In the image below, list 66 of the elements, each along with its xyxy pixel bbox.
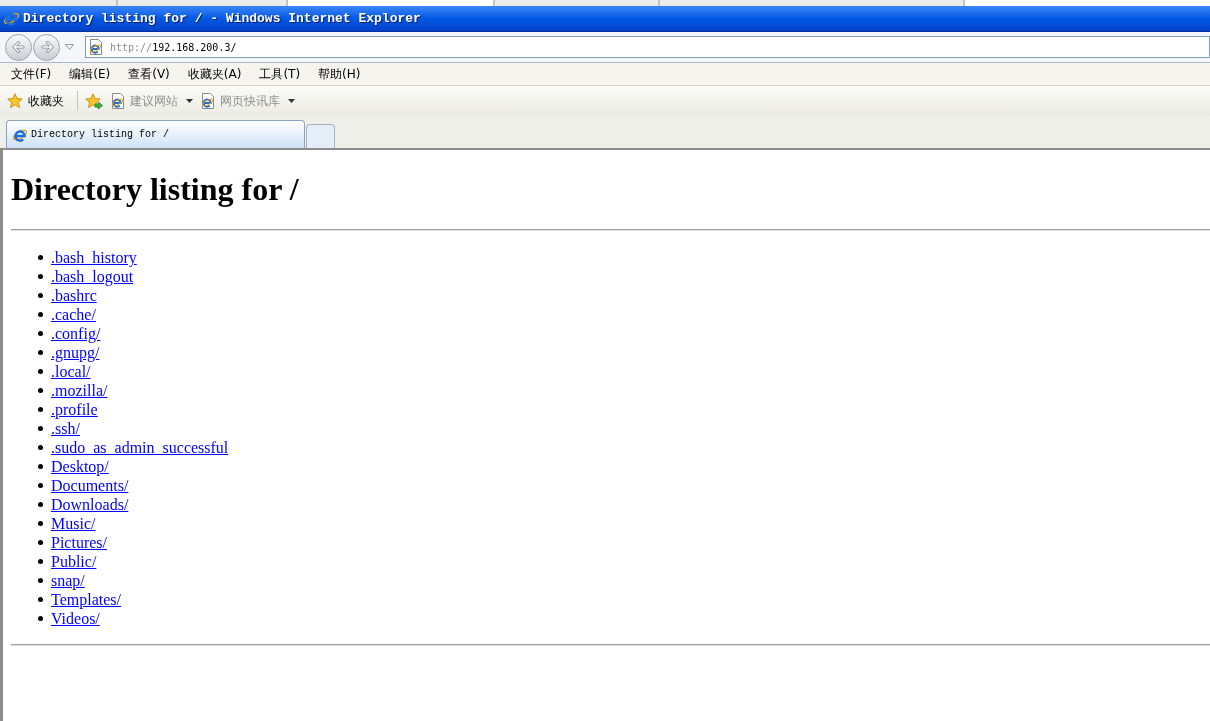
- page-heading: Directory listing for /: [11, 171, 300, 208]
- file-link[interactable]: Documents/: [51, 476, 129, 495]
- page-icon: [200, 93, 216, 109]
- bullet-icon: [38, 312, 43, 317]
- file-link[interactable]: .ssh/: [51, 419, 80, 438]
- menu-item[interactable]: 文件(F): [6, 65, 57, 83]
- file-link[interactable]: .gnupg/: [51, 343, 100, 362]
- page-icon: [88, 39, 104, 55]
- file-link[interactable]: Templates/: [51, 590, 121, 609]
- bullet-icon: [38, 331, 43, 336]
- bullet-icon: [38, 483, 43, 488]
- bullet-icon: [38, 445, 43, 450]
- bullet-icon: [38, 350, 43, 355]
- bullet-icon: [38, 274, 43, 279]
- e-logo-icon: [3, 10, 20, 27]
- file-link[interactable]: Desktop/: [51, 457, 109, 476]
- file-link[interactable]: .bash_logout: [51, 267, 134, 286]
- add-favorite-icon[interactable]: [85, 92, 103, 110]
- file-link[interactable]: .bash_history: [51, 248, 137, 267]
- history-dropdown-icon[interactable]: [65, 44, 74, 50]
- star-icon[interactable]: [7, 92, 25, 110]
- bullet-icon: [38, 502, 43, 507]
- file-link[interactable]: snap/: [51, 571, 85, 590]
- menu-item[interactable]: 工具(T): [254, 65, 306, 83]
- file-link[interactable]: Videos/: [51, 609, 100, 628]
- file-link[interactable]: Music/: [51, 514, 96, 533]
- bullet-icon: [38, 559, 43, 564]
- menu-item[interactable]: 编辑(E): [64, 65, 116, 83]
- bullet-icon: [38, 540, 43, 545]
- file-link[interactable]: Downloads/: [51, 495, 129, 514]
- bullet-icon: [38, 597, 43, 602]
- file-link[interactable]: .profile: [51, 400, 98, 419]
- left-arrow-icon: [11, 40, 26, 54]
- caret-icon: [288, 99, 295, 103]
- menu-item[interactable]: 查看(V): [123, 65, 175, 83]
- file-link[interactable]: .mozilla/: [51, 381, 108, 400]
- bullet-icon: [38, 464, 43, 469]
- right-arrow-icon: [39, 40, 54, 54]
- page-icon: [110, 93, 126, 109]
- bullet-icon: [38, 616, 43, 621]
- file-link[interactable]: .sudo_as_admin_successful: [51, 438, 229, 457]
- caret-icon: [186, 99, 193, 103]
- back-button[interactable]: [5, 33, 32, 61]
- address-text: http://192.168.200.3/: [110, 40, 237, 55]
- favorites-button[interactable]: 收藏夹: [7, 92, 64, 110]
- bullet-icon: [38, 388, 43, 393]
- file-link[interactable]: .config/: [51, 324, 101, 343]
- bullet-icon: [38, 426, 43, 431]
- browser-tab[interactable]: Directory listing for /: [6, 120, 305, 148]
- bullet-icon: [38, 293, 43, 298]
- forward-button[interactable]: [33, 33, 60, 61]
- bullet-icon: [38, 521, 43, 526]
- bullet-icon: [38, 369, 43, 374]
- address-field[interactable]: http://192.168.200.3/: [85, 36, 1210, 58]
- file-link[interactable]: Pictures/: [51, 533, 107, 552]
- file-link[interactable]: .local/: [51, 362, 91, 381]
- menu-item[interactable]: 帮助(H): [313, 65, 366, 83]
- file-link[interactable]: .cache/: [51, 305, 96, 324]
- file-link[interactable]: .bashrc: [51, 286, 97, 305]
- bullet-icon: [38, 407, 43, 412]
- file-link[interactable]: Public/: [51, 552, 97, 571]
- window-title: Directory listing for / - Windows Internet Explorer: [23, 9, 421, 28]
- bullet-icon: [38, 578, 43, 583]
- menu-item[interactable]: 收藏夹(A): [182, 65, 247, 83]
- new-tab-button[interactable]: [306, 124, 335, 148]
- bullet-icon: [38, 255, 43, 260]
